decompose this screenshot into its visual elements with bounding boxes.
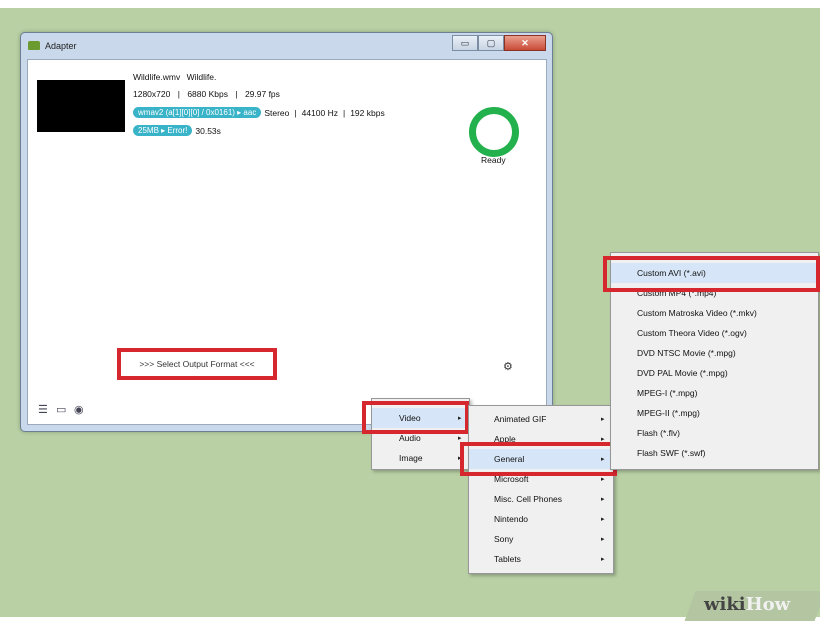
highlight-video <box>362 401 469 434</box>
menu-item-nintendo[interactable]: Nintendo ▸ <box>469 509 613 529</box>
menu-item-label: Custom Matroska Video (*.mkv) <box>637 308 757 318</box>
menu-item-tablets[interactable]: Tablets ▸ <box>469 549 613 569</box>
menu-item-image[interactable]: Image ▸ <box>372 448 469 468</box>
menu-item-animated-gif[interactable]: Animated GIF ▸ <box>469 409 613 429</box>
submenu-arrow-icon: ▸ <box>601 516 605 523</box>
separator: | <box>342 107 346 118</box>
menu-item-flash-swf[interactable]: Flash SWF (*.swf) <box>611 443 818 463</box>
size-badge[interactable]: 25MB ▸ Error! <box>133 125 193 136</box>
console-icon[interactable]: ▭ <box>56 403 66 416</box>
submenu-arrow-icon: ▸ <box>601 476 605 483</box>
menu-item-label: Nintendo <box>494 514 529 524</box>
maximize-button[interactable]: ▢ <box>478 35 504 51</box>
target-codec: aac <box>243 108 257 117</box>
file-name-line: Wildlife.wmv Wildlife. <box>133 72 216 82</box>
separator: | <box>235 89 238 99</box>
arrow-right-icon: ▸ <box>237 108 242 117</box>
menu-item-custom-ogv[interactable]: Custom Theora Video (*.ogv) <box>611 323 818 343</box>
menu-item-label: Custom Theora Video (*.ogv) <box>637 328 747 338</box>
audio-channels: Stereo <box>264 107 290 118</box>
menu-item-label: Audio <box>399 433 421 443</box>
menu-item-label: MPEG-I (*.mpg) <box>637 388 698 398</box>
menu-item-label: DVD PAL Movie (*.mpg) <box>637 368 728 378</box>
menu-item-custom-mkv[interactable]: Custom Matroska Video (*.mkv) <box>611 303 818 323</box>
menu-item-label: MPEG-II (*.mpg) <box>637 408 700 418</box>
wikihow-logo: wikiHow <box>704 594 790 615</box>
video-submenu: Animated GIF ▸ Apple ▸ General ▸ Microso… <box>468 405 614 574</box>
arrow-right-icon: ▸ <box>161 126 166 135</box>
menu-item-dvd-ntsc[interactable]: DVD NTSC Movie (*.mpg) <box>611 343 818 363</box>
highlight-general <box>460 442 617 476</box>
separator: | <box>294 107 297 118</box>
logo-how: How <box>745 594 791 615</box>
separator: | <box>177 89 180 99</box>
title-bar[interactable]: Adapter ▭ ▢ ✕ <box>21 33 552 57</box>
file-name: Wildlife.wmv <box>133 72 181 82</box>
sample-rate: 44100 Hz <box>301 107 338 118</box>
gear-icon[interactable]: ⚙ <box>503 360 513 373</box>
submenu-arrow-icon: ▸ <box>601 556 605 563</box>
frame-rate: 29.97 fps <box>244 89 280 99</box>
menu-item-label: Flash SWF (*.swf) <box>637 448 706 458</box>
top-border <box>0 0 820 8</box>
menu-item-label: Tablets <box>494 554 521 564</box>
video-info-line: 1280x720 | 6880 Kbps | 29.97 fps <box>133 89 280 99</box>
submenu-arrow-icon: ▸ <box>458 435 462 442</box>
video-thumbnail[interactable] <box>37 80 125 132</box>
menu-item-flash[interactable]: Flash (*.flv) <box>611 423 818 443</box>
submenu-arrow-icon: ▸ <box>601 416 605 423</box>
file-list-area: Wildlife.wmv Wildlife. 1280x720 | 6880 K… <box>27 59 547 425</box>
menu-item-sony[interactable]: Sony ▸ <box>469 529 613 549</box>
menu-item-label: Sony <box>494 534 514 544</box>
menu-item-mpeg-1[interactable]: MPEG-I (*.mpg) <box>611 383 818 403</box>
submenu-arrow-icon: ▸ <box>601 536 605 543</box>
menu-item-label: Image <box>399 453 423 463</box>
adapter-window: Adapter ▭ ▢ ✕ Wildlife.wmv Wildlife. 128… <box>20 32 553 432</box>
submenu-arrow-icon: ▸ <box>601 496 605 503</box>
status-ring-icon <box>469 107 519 157</box>
menu-item-label: DVD NTSC Movie (*.mpg) <box>637 348 736 358</box>
menu-item-mpeg-2[interactable]: MPEG-II (*.mpg) <box>611 403 818 423</box>
audio-info-line: wmav2 (a[1][0][0] / 0x0161) ▸ aac Stereo… <box>133 107 385 118</box>
file-title: Wildlife. <box>186 72 217 82</box>
highlight-custom-avi <box>603 256 820 292</box>
output-format-selector[interactable]: >>> Select Output Format <<< <box>117 348 277 380</box>
menu-item-dvd-pal[interactable]: DVD PAL Movie (*.mpg) <box>611 363 818 383</box>
adapter-app-icon <box>28 41 40 50</box>
close-button[interactable]: ✕ <box>504 35 546 51</box>
window-title: Adapter <box>45 41 77 51</box>
resolution: 1280x720 <box>133 89 171 99</box>
menu-item-label: Animated GIF <box>494 414 547 424</box>
output-format-label: >>> Select Output Format <<< <box>139 359 255 369</box>
codec-badge[interactable]: wmav2 (a[1][0][0] / 0x0161) ▸ aac <box>133 107 262 118</box>
duration: 30.53s <box>195 125 221 136</box>
list-icon[interactable]: ☰ <box>38 403 48 416</box>
source-codec: wmav2 (a[1][0][0] / 0x0161) <box>138 108 235 117</box>
window-controls: ▭ ▢ ✕ <box>452 35 546 51</box>
logo-wiki: wiki <box>704 594 746 615</box>
audio-bitrate: 192 kbps <box>350 107 385 118</box>
menu-item-label: Misc. Cell Phones <box>494 494 563 504</box>
size-info-line: 25MB ▸ Error! 30.53s <box>133 125 221 136</box>
file-size: 25MB <box>138 126 159 135</box>
eye-icon[interactable]: ◉ <box>74 403 84 416</box>
target-size: Error! <box>167 126 188 135</box>
video-bitrate: 6880 Kbps <box>187 89 228 99</box>
menu-item-misc-cell-phones[interactable]: Misc. Cell Phones ▸ <box>469 489 613 509</box>
menu-item-label: Flash (*.flv) <box>637 428 680 438</box>
status-label: Ready <box>481 155 506 165</box>
minimize-button[interactable]: ▭ <box>452 35 478 51</box>
